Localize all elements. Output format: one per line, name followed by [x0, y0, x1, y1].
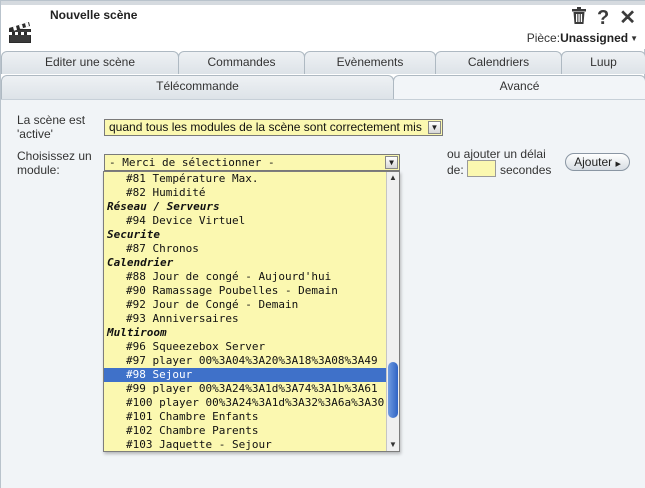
option-group-label: Réseau / Serveurs: [107, 200, 220, 213]
header: Nouvelle scène ? ✕ Pièce:Unassigned ▼: [1, 5, 645, 49]
scrollbar-thumb[interactable]: [388, 362, 398, 418]
scroll-down-icon[interactable]: ▼: [387, 439, 399, 451]
delay-label-line2: de:: [447, 163, 464, 177]
active-label-line2: 'active': [17, 127, 53, 141]
module-option[interactable]: #102 Chambre Parents: [104, 424, 387, 438]
module-option[interactable]: #88 Jour de congé - Aujourd'hui: [104, 270, 387, 284]
room-label: Pièce:: [526, 31, 561, 45]
close-icon[interactable]: ✕: [619, 8, 636, 28]
tab-bar-secondary: Télécommande Avancé: [1, 75, 645, 99]
seconds-label: secondes: [500, 163, 552, 177]
module-option[interactable]: #96 Squeezebox Server: [104, 340, 387, 354]
caret-right-icon: ▶: [615, 161, 621, 168]
add-button[interactable]: Ajouter ▶: [565, 153, 630, 171]
option-group-label: Securite: [107, 228, 160, 241]
delay-label-line1: ou ajouter un délai: [447, 147, 546, 161]
room-value: Unassigned: [560, 31, 629, 45]
dialog-title: Nouvelle scène: [50, 8, 138, 22]
scroll-up-icon[interactable]: ▲: [387, 172, 399, 184]
module-option[interactable]: #101 Chambre Enfants: [104, 410, 387, 424]
module-option[interactable]: #98 Sejour: [104, 368, 387, 382]
module-options: #81 Température Max. #82 Humidité Réseau /…: [104, 172, 387, 451]
module-option[interactable]: #97 player 00%3A04%3A20%3A18%3A08%3A49: [104, 354, 387, 368]
module-option[interactable]: #81 Température Max.: [104, 172, 387, 186]
module-label-line2: module:: [17, 163, 60, 177]
module-dropdown-list[interactable]: #81 Température Max. #82 Humidité Réseau /…: [103, 171, 400, 452]
tab-luup[interactable]: Luup: [561, 51, 645, 74]
option-group-label: Multiroom: [107, 326, 167, 339]
scene-editor-window: Nouvelle scène ? ✕ Pièce:Unassigned ▼ Edi…: [0, 0, 645, 488]
tab-telecommande[interactable]: Télécommande: [1, 75, 394, 99]
option-group-label: Calendrier: [107, 256, 174, 269]
scene-active-value: quand tous les modules de la scène sont …: [109, 120, 422, 134]
module-option[interactable]: #93 Anniversaires: [104, 312, 387, 326]
chevron-down-icon: ▼: [630, 34, 638, 44]
module-option[interactable]: #82 Humidité: [104, 186, 387, 200]
module-label-line1: Choisissez un: [17, 149, 92, 163]
module-option[interactable]: #103 Jaquette - Sejour: [104, 438, 387, 451]
module-option[interactable]: #99 player 00%3A24%3A1d%3A74%3A1b%3A61: [104, 382, 387, 396]
module-select-value: - Merci de sélectionner -: [109, 156, 275, 169]
dropdown-scrollbar[interactable]: ▲ ▼: [386, 172, 399, 451]
module-option[interactable]: #92 Jour de Congé - Demain: [104, 298, 387, 312]
trash-icon[interactable]: [571, 7, 587, 29]
scene-active-select[interactable]: quand tous les modules de la scène sont …: [104, 119, 443, 136]
help-icon[interactable]: ?: [597, 8, 609, 28]
tab-bar-primary: Editer une scène Commandes Evènements Ca…: [1, 51, 645, 74]
module-option[interactable]: #94 Device Virtuel: [104, 214, 387, 228]
add-button-label: Ajouter: [574, 155, 613, 169]
tab-commandes[interactable]: Commandes: [178, 51, 305, 74]
tab-avance[interactable]: Avancé: [393, 75, 645, 99]
module-option[interactable]: #90 Ramassage Poubelles - Demain: [104, 284, 387, 298]
tab-editer-scene[interactable]: Editer une scène: [1, 51, 179, 74]
tab-calendriers[interactable]: Calendriers: [435, 51, 562, 74]
delay-seconds-input[interactable]: [467, 160, 496, 177]
module-select[interactable]: - Merci de sélectionner - ▼: [104, 154, 400, 171]
room-selector[interactable]: Pièce:Unassigned ▼: [527, 31, 638, 45]
chevron-down-icon: ▼: [385, 156, 398, 169]
active-label-line1: La scène est: [17, 113, 86, 127]
tab-evenements[interactable]: Evènements: [304, 51, 436, 74]
module-option[interactable]: #87 Chronos: [104, 242, 387, 256]
header-actions: ? ✕: [571, 7, 636, 29]
chevron-down-icon: ▼: [428, 121, 441, 134]
module-option[interactable]: #100 player 00%3A24%3A1d%3A32%3A6a%3A30: [104, 396, 387, 410]
clapperboard-icon: [9, 22, 31, 43]
